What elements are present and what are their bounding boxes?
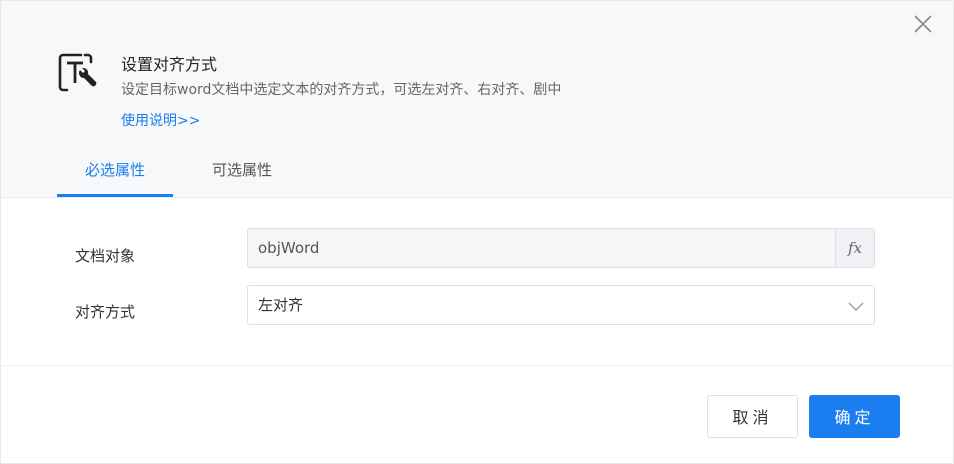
document-object-input[interactable] — [248, 229, 836, 267]
dialog-header: 设置对齐方式 设定目标word文档中选定文本的对齐方式，可选左对齐、右对齐、剧中… — [1, 1, 953, 198]
dialog-title: 设置对齐方式 — [121, 55, 218, 74]
alignment-label: 对齐方式 — [75, 303, 136, 321]
text-align-tool-icon — [57, 52, 101, 96]
help-link[interactable]: 使用说明>> — [121, 110, 200, 130]
ok-button[interactable]: 确定 — [809, 395, 900, 438]
tab-optional[interactable]: 可选属性 — [183, 151, 301, 197]
close-icon[interactable] — [911, 12, 935, 36]
document-object-field: fx — [247, 228, 875, 268]
dialog-description: 设定目标word文档中选定文本的对齐方式，可选左对齐、右对齐、剧中 — [121, 82, 562, 98]
alignment-select-value: 左对齐 — [258, 296, 304, 314]
tab-required[interactable]: 必选属性 — [57, 151, 173, 197]
property-tabs: 必选属性 可选属性 — [57, 151, 301, 197]
document-object-label: 文档对象 — [75, 247, 136, 265]
alignment-select[interactable]: 左对齐 — [247, 285, 875, 325]
chevron-down-icon — [848, 298, 864, 312]
footer-divider — [1, 365, 953, 366]
fx-button[interactable]: fx — [835, 229, 874, 267]
cancel-button[interactable]: 取消 — [707, 395, 798, 438]
set-alignment-dialog: 设置对齐方式 设定目标word文档中选定文本的对齐方式，可选左对齐、右对齐、剧中… — [0, 0, 954, 464]
